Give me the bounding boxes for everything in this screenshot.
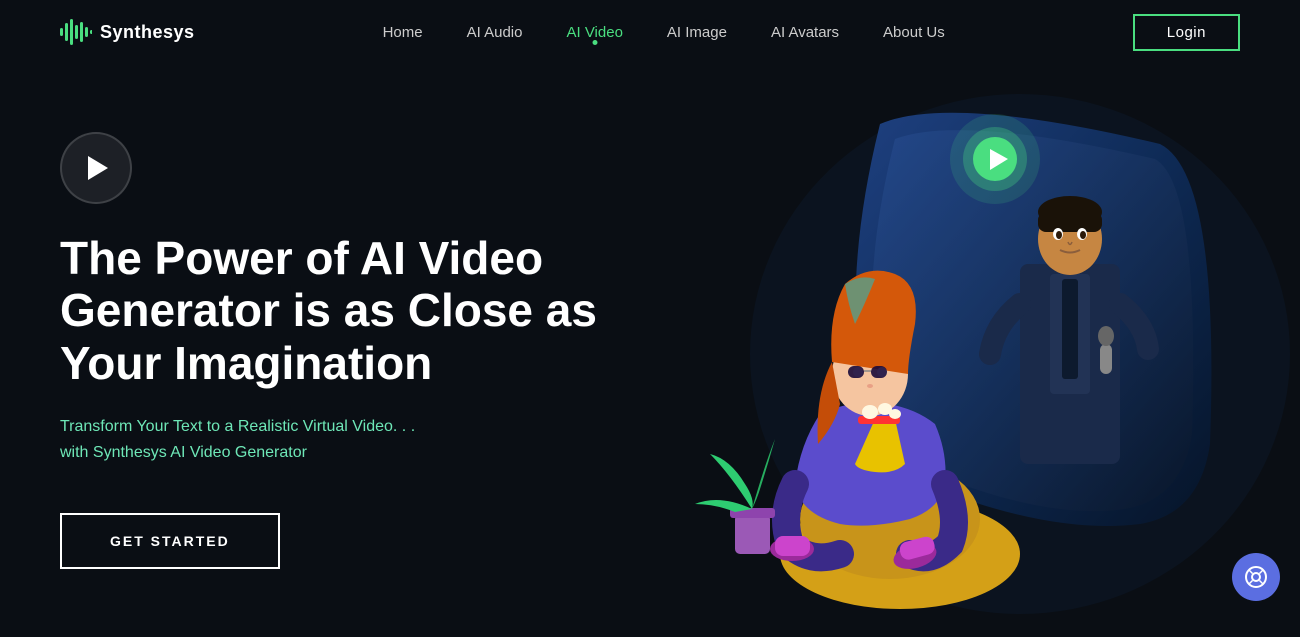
logo[interactable]: Synthesys [60, 18, 195, 46]
play-button-small[interactable] [60, 132, 132, 204]
hero-section: The Power of AI Video Generator is as Cl… [0, 64, 1300, 637]
nav-link-about-us[interactable]: About Us [883, 24, 945, 41]
help-button[interactable] [1232, 553, 1280, 601]
nav-link-ai-video[interactable]: AI Video [566, 24, 622, 41]
nav-link-home[interactable]: Home [383, 24, 423, 41]
hero-subtitle: Transform Your Text to a Realistic Virtu… [60, 414, 540, 465]
hero-svg-illustration [600, 64, 1300, 637]
play-triangle-icon [88, 156, 108, 180]
hero-title: The Power of AI Video Generator is as Cl… [60, 232, 620, 391]
logo-text: Synthesys [100, 22, 195, 43]
nav-link-ai-image[interactable]: AI Image [667, 24, 727, 41]
logo-waveform-icon [60, 18, 92, 46]
nav-link-ai-avatars[interactable]: AI Avatars [771, 24, 839, 41]
login-button[interactable]: Login [1133, 14, 1240, 51]
hero-illustration [600, 64, 1300, 637]
navbar: Synthesys Home AI Audio AI Video AI Imag… [0, 0, 1300, 64]
hero-content: The Power of AI Video Generator is as Cl… [60, 132, 680, 570]
life-ring-icon [1244, 565, 1268, 589]
nav-links: Home AI Audio AI Video AI Image AI Avata… [383, 24, 945, 41]
get-started-button[interactable]: GET STARTED [60, 513, 280, 569]
nav-link-ai-audio[interactable]: AI Audio [467, 24, 523, 41]
